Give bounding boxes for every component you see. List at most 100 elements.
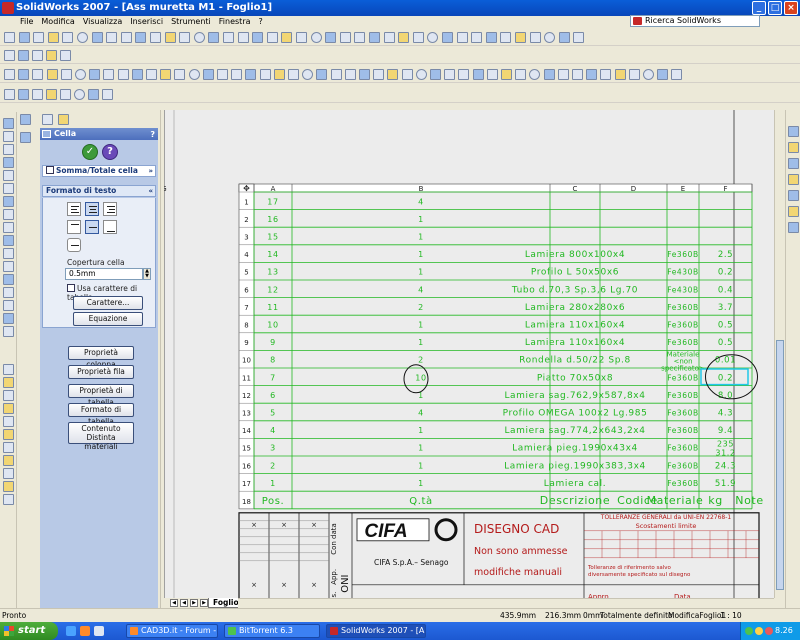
sketch-tool-icon[interactable] <box>415 69 427 80</box>
valign-top-button[interactable] <box>67 220 81 234</box>
sketch-tool-icon[interactable] <box>458 69 470 80</box>
use-table-font-checkbox[interactable] <box>67 284 75 292</box>
annotation-tool-icon[interactable] <box>3 494 14 505</box>
sketch-tool-icon[interactable] <box>628 69 640 80</box>
sketch-tool-icon[interactable] <box>160 69 172 80</box>
standard-tool-icon[interactable] <box>281 32 293 43</box>
standard-tool-icon[interactable] <box>427 32 439 43</box>
font-button[interactable]: Carattere... <box>73 296 143 310</box>
drawing-tool-icon[interactable] <box>3 118 14 129</box>
task-pane-icon[interactable] <box>788 222 799 233</box>
annotation-tool-icon[interactable] <box>60 89 71 100</box>
horizontal-scrollbar[interactable] <box>238 598 774 608</box>
standard-tool-icon[interactable] <box>106 32 118 43</box>
sum-cell-group[interactable]: Somma/Totale cella » <box>42 165 156 177</box>
drawing-tool-icon[interactable] <box>3 274 14 285</box>
menu-view[interactable]: Visualizza <box>79 16 126 28</box>
drawing-tool-icon[interactable] <box>3 131 14 142</box>
properties-tab-icon[interactable] <box>58 114 69 125</box>
sketch-tool-icon[interactable] <box>89 69 101 80</box>
vertical-scrollbar[interactable] <box>774 110 785 598</box>
sketch-tool-icon[interactable] <box>557 69 569 80</box>
standard-tool-icon[interactable] <box>471 32 483 43</box>
standard-tool-icon[interactable] <box>47 32 59 43</box>
standard-tool-icon[interactable] <box>485 32 497 43</box>
standard-tool-icon[interactable] <box>91 32 103 43</box>
menu-edit[interactable]: Modifica <box>37 16 78 28</box>
annotation-tool-icon[interactable] <box>3 455 14 466</box>
drawing-tool-icon[interactable] <box>3 144 14 155</box>
standard-tool-icon[interactable] <box>150 32 161 43</box>
drawing-tool-icon[interactable] <box>3 183 14 194</box>
property-tab-icon[interactable] <box>20 132 31 143</box>
annotation-tool-icon[interactable] <box>3 442 14 453</box>
menu-window[interactable]: Finestra <box>215 16 255 28</box>
task-pane-icon[interactable] <box>788 174 799 185</box>
menu-help[interactable]: ? <box>255 16 267 28</box>
sketch-tool-icon[interactable] <box>131 69 143 80</box>
standard-tool-icon[interactable] <box>120 32 132 43</box>
annotation-tool-icon[interactable] <box>3 416 14 427</box>
annotation-tool-icon[interactable] <box>18 89 29 100</box>
standard-tool-icon[interactable] <box>500 32 512 43</box>
sum-cell-checkbox[interactable] <box>46 166 54 174</box>
standard-tool-icon[interactable] <box>252 32 264 43</box>
sketch-tool-icon[interactable] <box>316 69 328 80</box>
column-properties-button[interactable]: Proprietà colonna <box>68 346 134 369</box>
row-properties-button[interactable]: Proprietà fila <box>68 365 134 379</box>
bom-contents-button[interactable]: Contenuto Distinta materiali <box>68 422 134 451</box>
annotation-tool-icon[interactable] <box>3 481 14 492</box>
annotation-tool-icon[interactable] <box>3 468 14 479</box>
maximize-button[interactable]: □ <box>768 1 782 15</box>
sketch-tool-icon[interactable] <box>387 69 399 80</box>
sketch-tool-icon[interactable] <box>4 69 15 80</box>
task-pane-icon[interactable] <box>788 126 799 137</box>
standard-tool-icon[interactable] <box>135 32 147 43</box>
sketch-tool-icon[interactable] <box>657 69 669 80</box>
standard-tool-icon[interactable] <box>529 32 541 43</box>
standard-tool-icon[interactable] <box>339 32 351 43</box>
sketch-tool-icon[interactable] <box>444 69 456 80</box>
standard-tool-icon[interactable] <box>383 32 395 43</box>
text-format-group[interactable]: Formato di testo « <box>42 185 156 197</box>
search-solidworks-input[interactable]: Ricerca SolidWorks <box>630 15 760 27</box>
standard-tool-icon[interactable] <box>354 32 366 43</box>
sketch-tool-icon[interactable] <box>600 69 612 80</box>
standard-tool-icon[interactable] <box>237 32 249 43</box>
annotation-tool-icon[interactable] <box>88 89 99 100</box>
annotation-tool-icon[interactable] <box>4 89 15 100</box>
standard-tool-icon[interactable] <box>544 32 556 43</box>
sketch-tool-icon[interactable] <box>202 69 214 80</box>
help-icon[interactable]: ? <box>150 129 155 141</box>
chevron-up-icon[interactable]: « <box>148 186 153 196</box>
text-angle-button[interactable] <box>67 238 81 252</box>
task-solidworks[interactable]: SolidWorks 2007 - [A... <box>326 624 426 638</box>
sketch-tool-icon[interactable] <box>472 69 484 80</box>
standard-tool-icon[interactable] <box>164 32 176 43</box>
standard-tool-icon[interactable] <box>4 32 15 43</box>
annotation-tool-icon[interactable] <box>3 403 14 414</box>
sketch-tool-icon[interactable] <box>46 69 58 80</box>
next-sheet-icon[interactable]: ▶ <box>190 599 198 607</box>
annotation-tool-icon[interactable] <box>74 89 85 100</box>
table-tab-icon[interactable] <box>42 114 53 125</box>
start-button[interactable]: start <box>0 622 58 640</box>
sketch-tool-icon[interactable] <box>259 69 271 80</box>
drawing-tool-icon[interactable] <box>3 170 14 181</box>
align-right-button[interactable] <box>103 202 117 216</box>
sketch-tool-icon[interactable] <box>32 69 44 80</box>
standard-tool-icon[interactable] <box>62 32 74 43</box>
standard-tool-icon[interactable] <box>310 32 322 43</box>
task-pane-icon[interactable] <box>788 142 799 153</box>
standard-tool-icon[interactable] <box>398 32 410 43</box>
sketch-tool-icon[interactable] <box>245 69 257 80</box>
sketch-tool-icon[interactable] <box>373 69 385 80</box>
sketch-tool-icon[interactable] <box>146 69 157 80</box>
table-format-button[interactable]: Formato di tabella <box>68 403 134 426</box>
sketch-tool-icon[interactable] <box>486 69 498 80</box>
sketch-tool-icon[interactable] <box>643 69 654 80</box>
task-pane-icon[interactable] <box>788 190 799 201</box>
prev-sheet-icon[interactable]: ◀ <box>180 599 188 607</box>
annotation-tool-icon[interactable] <box>3 377 14 388</box>
sketch-tool-icon[interactable] <box>529 69 541 80</box>
